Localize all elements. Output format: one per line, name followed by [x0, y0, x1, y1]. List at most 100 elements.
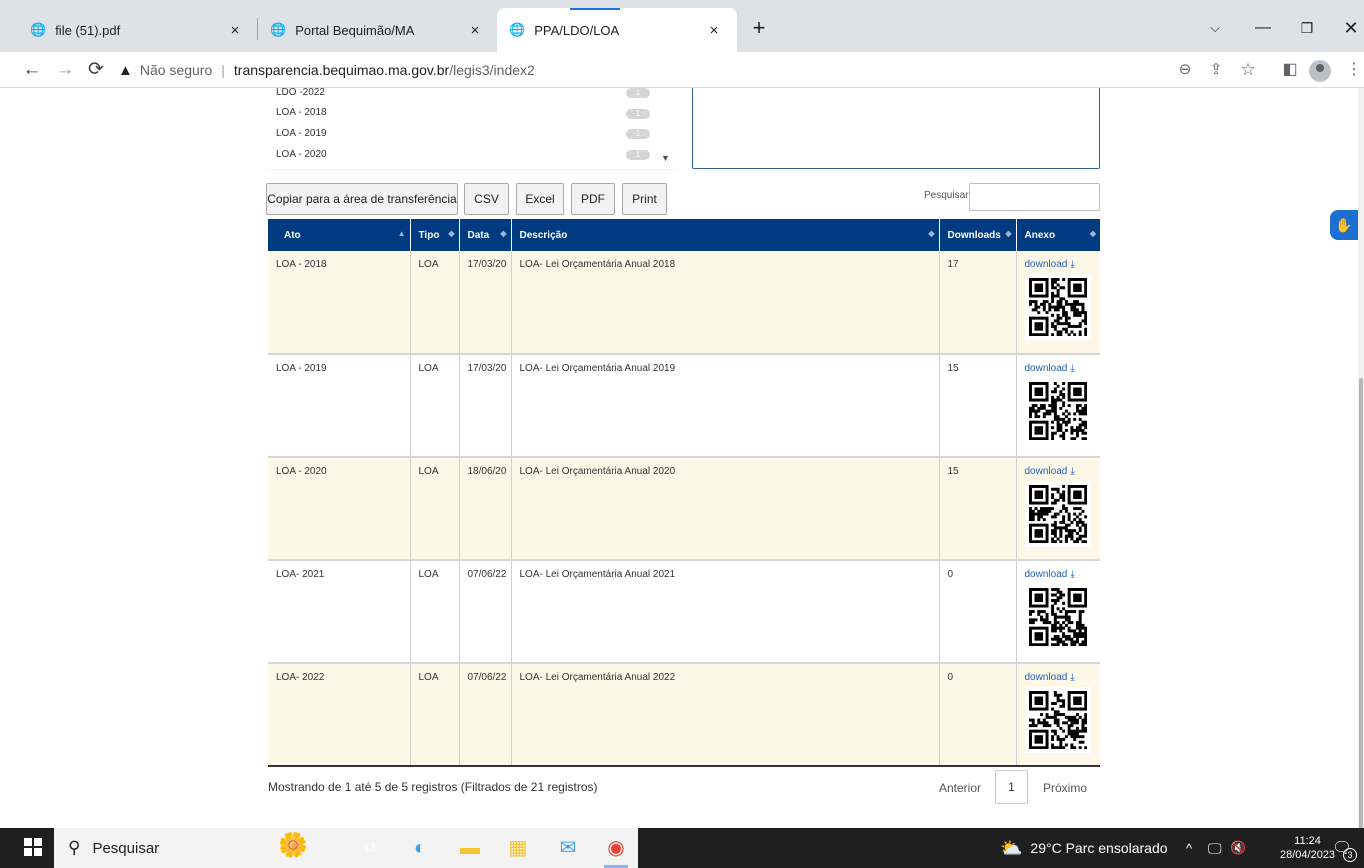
list-item[interactable]: LOA - 2018	[276, 107, 327, 118]
zoom-icon[interactable]: ⊖	[1171, 56, 1199, 84]
preview-textarea[interactable]	[692, 88, 1100, 169]
cell-descricao: LOA- Lei Orçamentária Anual 2021	[510, 560, 939, 664]
cell-descricao: LOA- Lei Orçamentária Anual 2020	[510, 457, 939, 561]
back-icon[interactable]: ←	[18, 56, 46, 84]
sort-asc-icon: ▲	[397, 229, 406, 238]
cell-data: 17/03/20	[458, 251, 511, 355]
count-badge: 1	[626, 88, 650, 98]
tab-title: Portal Bequimão/MA	[295, 22, 415, 38]
cell-ato: LOA - 2019	[268, 354, 410, 458]
clock-time: 11:24	[1294, 835, 1321, 847]
tab-portal-bequimao[interactable]: 🌐 Portal Bequimão/MA ×	[258, 8, 498, 52]
search-highlight-icon: 🌼	[278, 832, 308, 859]
list-item[interactable]: LOA - 2019	[276, 128, 327, 139]
sort-icon: ◆	[500, 229, 507, 238]
list-item[interactable]: LOA - 2020	[276, 149, 327, 160]
print-button[interactable]: Print	[622, 183, 667, 215]
side-panel-icon[interactable]: ◧	[1276, 56, 1304, 84]
volume-muted-icon[interactable]: 🔇	[1230, 828, 1246, 868]
chrome-icon[interactable]: ◉	[602, 834, 630, 862]
download-link[interactable]: download ⤓	[1025, 672, 1075, 683]
tab-search-icon[interactable]: ⌵	[1201, 14, 1229, 42]
pagination-previous[interactable]: Anterior	[939, 781, 981, 795]
taskbar-clock[interactable]: 11:24 28/04/2023	[1280, 834, 1335, 862]
table-row: LOA - 2018 LOA 17/03/20 LOA- Lei Orçamen…	[268, 251, 1100, 355]
list-item[interactable]: LDO -2022	[276, 88, 325, 98]
copy-clipboard-button[interactable]: Copiar para a área de transferência	[266, 183, 458, 215]
pagination-next[interactable]: Próximo	[1043, 781, 1087, 795]
download-link[interactable]: download ⤓	[1025, 466, 1075, 477]
tray-chevron-icon[interactable]: ^	[1186, 828, 1192, 868]
cell-ato: LOA - 2018	[268, 251, 410, 355]
network-icon[interactable]: 🖵	[1208, 828, 1222, 868]
cell-tipo: LOA	[409, 251, 459, 355]
globe-icon: 🌐	[270, 22, 287, 37]
scroll-down-arrow-icon[interactable]: ▼	[661, 153, 670, 163]
browser-tab-bar: 🌐 file (51).pdf × 🌐 Portal Bequimão/MA ×…	[0, 0, 1364, 52]
page-scrollbar[interactable]	[1358, 88, 1364, 848]
tab-ppa-ldo-loa[interactable]: 🌐 PPA/LDO/LOA ×	[497, 8, 737, 52]
address-bar[interactable]: ▲ Não seguro | transparencia.bequimao.ma…	[118, 56, 535, 84]
cell-downloads: 15	[938, 354, 1016, 458]
task-view-icon[interactable]: ⧉	[356, 834, 384, 862]
url-host: transparencia.bequimao.ma.gov.br	[233, 62, 450, 78]
security-status[interactable]: Não seguro	[140, 62, 212, 78]
category-listbox[interactable]: LDO -2022 1 LOA - 2018 1 LOA - 2019 1 LO…	[268, 88, 676, 170]
qr-code	[1024, 274, 1091, 340]
cell-downloads: 17	[938, 251, 1016, 355]
sort-icon: ◆	[448, 229, 455, 238]
download-link[interactable]: download ⤓	[1025, 363, 1075, 374]
close-icon[interactable]: ×	[226, 22, 244, 39]
excel-button[interactable]: Excel	[516, 183, 564, 215]
download-icon: ⤓	[1070, 672, 1075, 683]
search-input[interactable]	[969, 183, 1100, 211]
qr-code	[1024, 378, 1091, 444]
column-header-descricao[interactable]: Descrição ◆	[510, 219, 939, 251]
forward-icon[interactable]: →	[51, 56, 79, 84]
profile-avatar[interactable]	[1309, 60, 1331, 82]
pdf-button[interactable]: PDF	[571, 183, 615, 215]
pagination-page-1[interactable]: 1	[995, 770, 1028, 804]
cell-tipo: LOA	[409, 354, 459, 458]
windows-start-icon[interactable]	[24, 838, 42, 856]
reload-icon[interactable]: ⟳	[82, 56, 110, 84]
sort-icon: ◆	[1005, 229, 1012, 238]
column-header-anexo[interactable]: Anexo ◆	[1015, 219, 1100, 251]
download-icon: ⤓	[1070, 363, 1075, 374]
notification-badge: 3	[1343, 848, 1357, 862]
minimize-button[interactable]: —	[1249, 14, 1277, 42]
scrollbar-thumb[interactable]	[1359, 378, 1363, 848]
mail-icon[interactable]: ✉	[554, 834, 582, 862]
restore-button[interactable]: ❐	[1293, 14, 1321, 42]
column-header-tipo[interactable]: Tipo ◆	[409, 219, 459, 251]
column-header-ato[interactable]: Ato ▲	[268, 219, 410, 251]
csv-button[interactable]: CSV	[464, 183, 509, 215]
tab-file-pdf[interactable]: 🌐 file (51).pdf ×	[18, 8, 258, 52]
edge-browser-icon[interactable]: ◐	[406, 834, 434, 862]
close-window-button[interactable]: ✕	[1337, 14, 1364, 42]
share-icon[interactable]: ⇪	[1202, 56, 1230, 84]
weather-widget[interactable]: ⛅ 29°C Parc ensolarado	[1000, 828, 1168, 868]
table-row: LOA- 2022 LOA 07/06/22 LOA- Lei Orçament…	[268, 663, 1100, 767]
cell-tipo: LOA	[409, 663, 459, 767]
count-badge: 1	[626, 109, 650, 119]
cell-anexo: download ⤓	[1015, 354, 1100, 458]
globe-icon: 🌐	[30, 22, 47, 37]
menu-kebab-icon[interactable]: ⋮	[1340, 56, 1364, 84]
page-content: LDO -2022 1 LOA - 2018 1 LOA - 2019 1 LO…	[0, 88, 1364, 828]
search-icon: ⚲	[68, 838, 81, 857]
download-link[interactable]: download ⤓	[1025, 259, 1075, 270]
file-explorer-icon[interactable]: ▬	[456, 834, 484, 862]
taskbar-search-box[interactable]: ⚲ Pesquisar 🌼	[54, 828, 638, 868]
new-tab-button[interactable]: +	[745, 14, 773, 42]
bookmark-star-icon[interactable]: ☆	[1234, 56, 1262, 84]
qr-code	[1024, 584, 1091, 650]
column-header-downloads[interactable]: Downloads ◆	[938, 219, 1016, 251]
accessibility-hand-icon[interactable]: ✋	[1330, 210, 1358, 240]
microsoft-store-icon[interactable]: ▦	[504, 834, 532, 862]
close-icon[interactable]: ×	[466, 22, 484, 39]
column-header-data[interactable]: Data ◆	[458, 219, 511, 251]
close-icon[interactable]: ×	[705, 22, 723, 39]
cell-anexo: download ⤓	[1015, 560, 1100, 664]
download-link[interactable]: download ⤓	[1025, 569, 1075, 580]
